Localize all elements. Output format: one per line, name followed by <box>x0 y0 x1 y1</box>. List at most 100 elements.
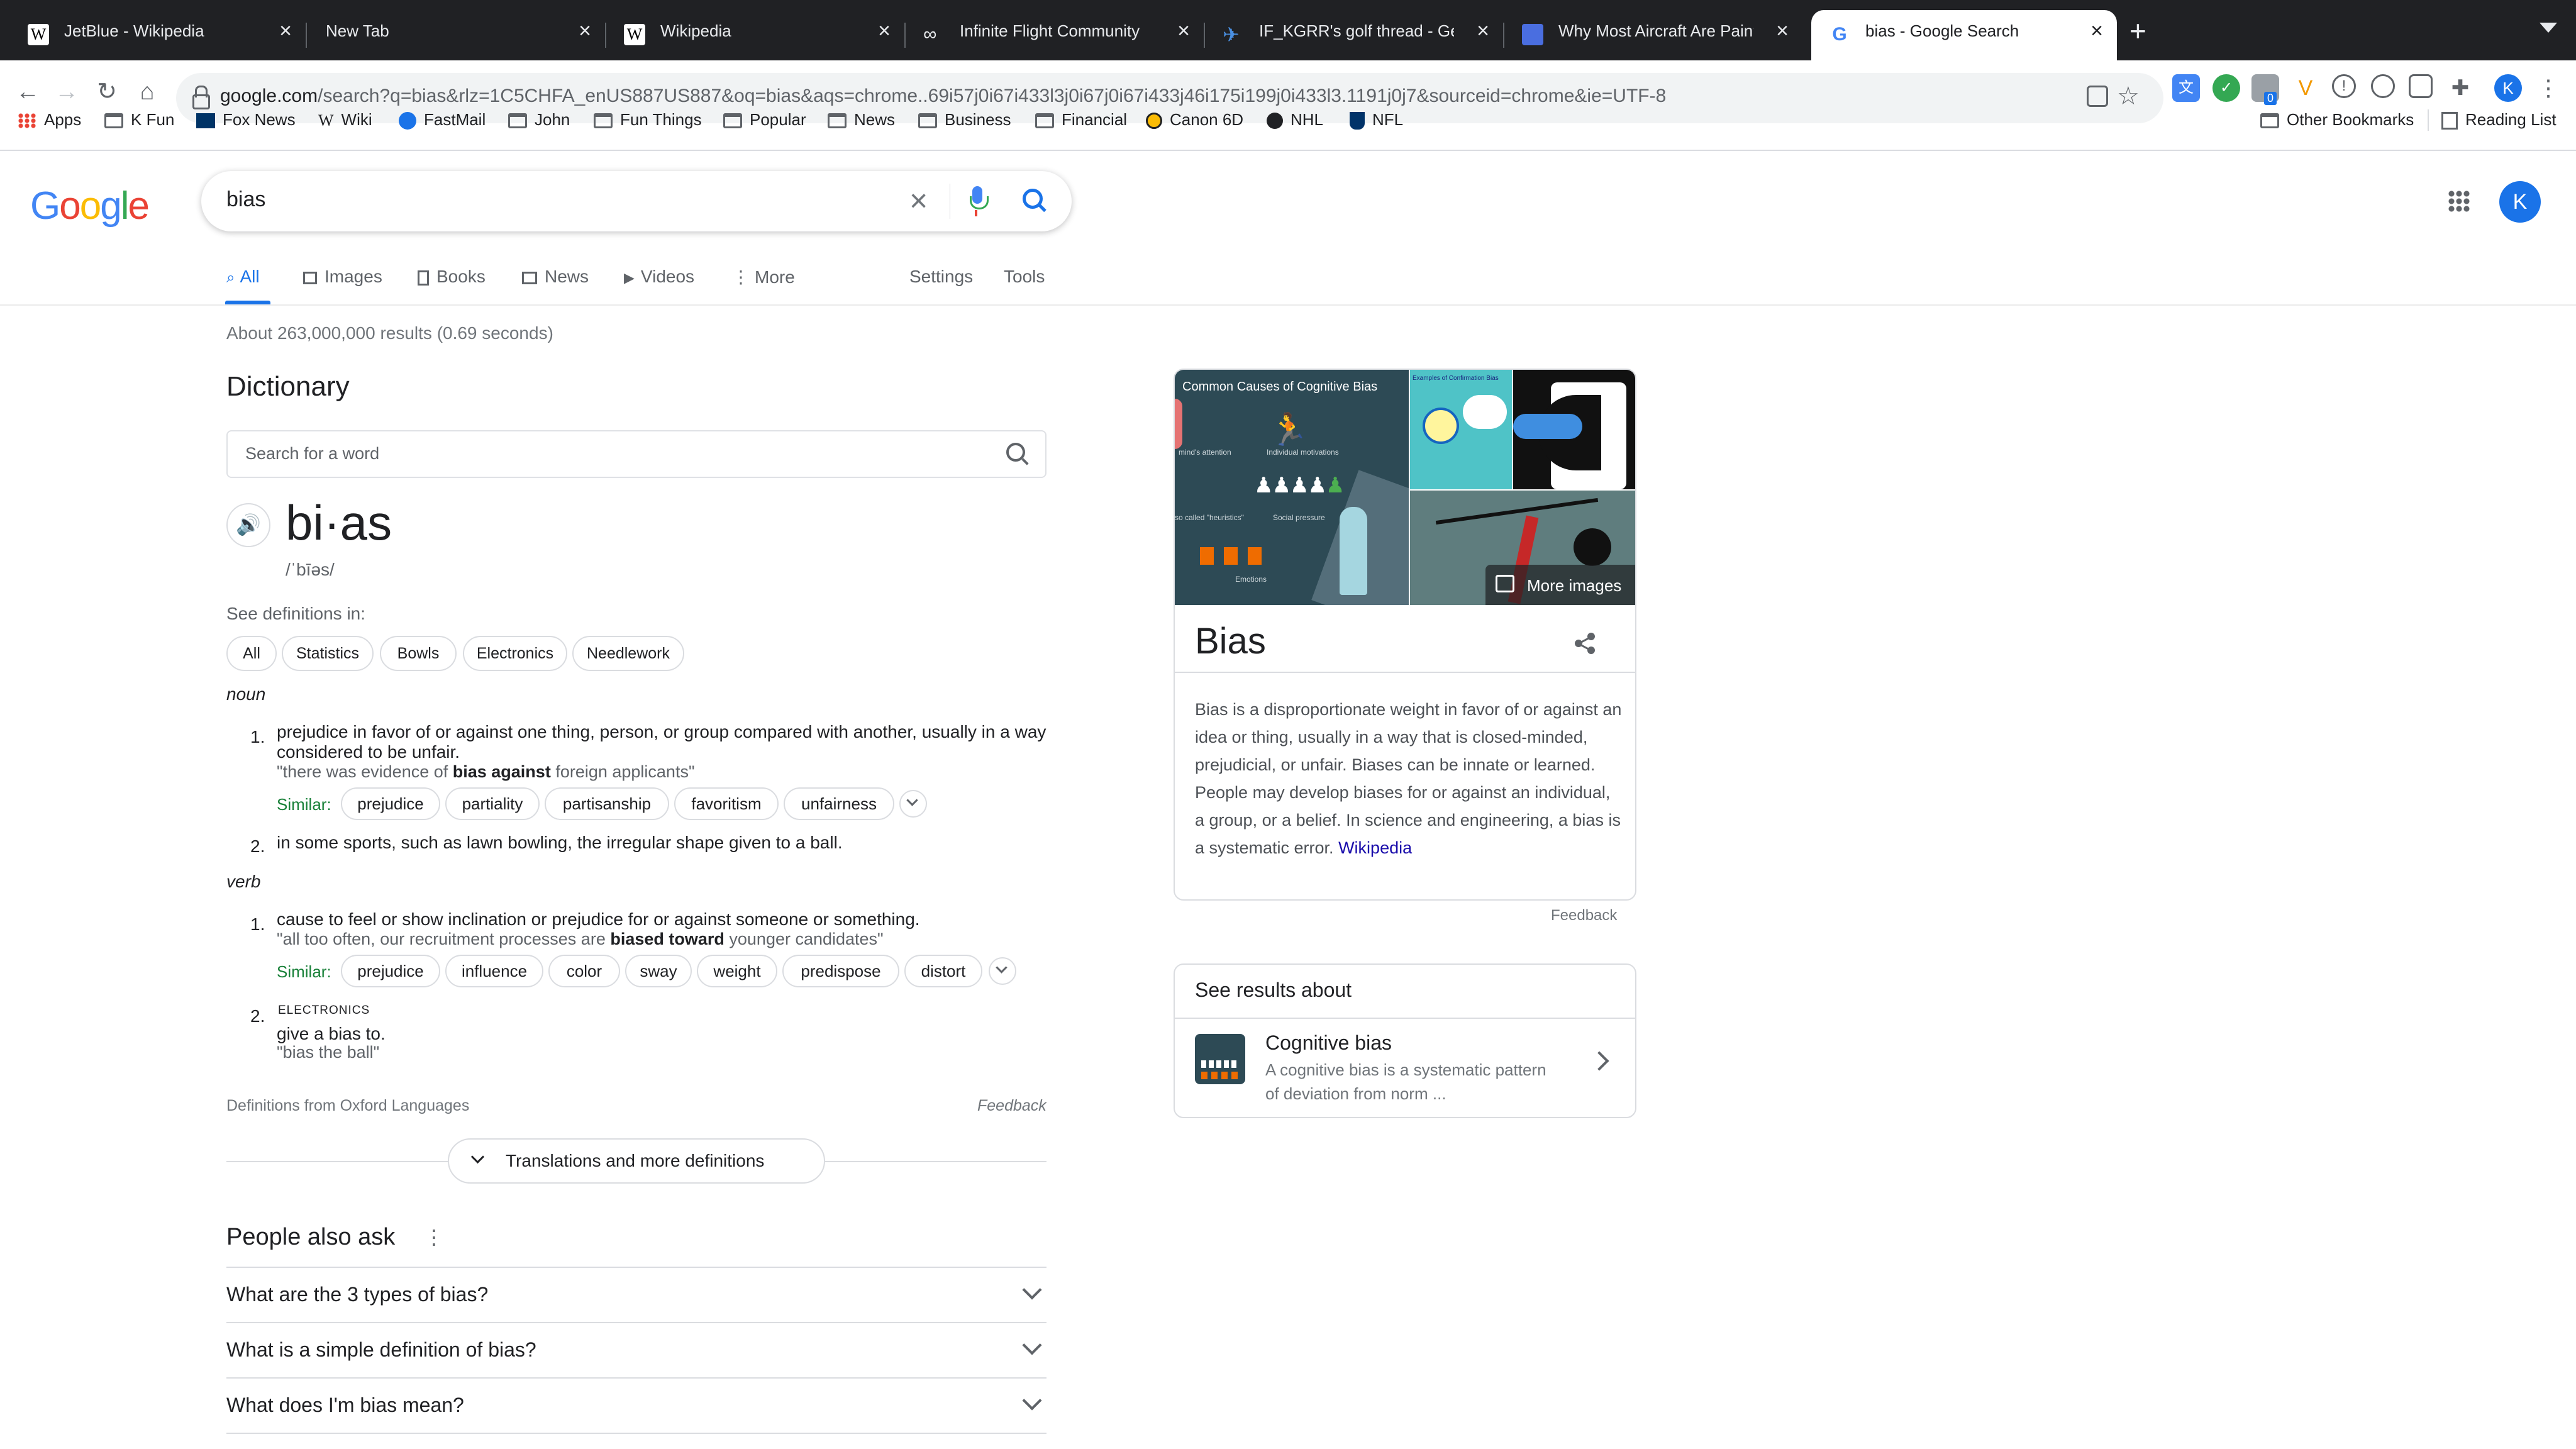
tab-aircraft-painted[interactable]: Why Most Aircraft Are Painted × <box>1504 10 1802 60</box>
kp-image-confirmation-bias[interactable]: Examples of Confirmation Bias <box>1410 370 1512 489</box>
vee-extension-icon[interactable]: V <box>2292 74 2319 102</box>
domain-chip-bowls[interactable]: Bowls <box>380 636 457 671</box>
chevron-down-icon[interactable] <box>1022 1280 1042 1300</box>
chevron-down-icon[interactable] <box>1022 1391 1042 1411</box>
close-icon[interactable]: × <box>1477 19 1489 43</box>
tab-videos[interactable]: ▶ Videos <box>624 267 694 287</box>
bookmark-financial[interactable]: Financial <box>1035 107 1127 132</box>
share-icon[interactable] <box>1575 633 1596 654</box>
similar-chip[interactable]: prejudice <box>341 955 440 987</box>
expand-similar-button[interactable] <box>989 957 1016 985</box>
paa-question[interactable]: What does I'm bias mean? <box>226 1394 464 1417</box>
domain-chip-statistics[interactable]: Statistics <box>282 636 374 671</box>
close-icon[interactable]: × <box>279 19 292 43</box>
dictionary-feedback-link[interactable]: Feedback <box>977 1097 1046 1115</box>
tab-all[interactable]: ⌕ All <box>226 267 260 287</box>
tab-new-tab[interactable]: New Tab × <box>307 10 605 60</box>
cognitive-bias-result[interactable]: Cognitive bias A cognitive bias is a sys… <box>1175 1019 1635 1117</box>
tab-images[interactable]: Images <box>303 267 382 287</box>
profile-avatar[interactable]: K <box>2494 74 2522 102</box>
star-icon[interactable]: ☆ <box>2117 82 2140 111</box>
reading-list[interactable]: Reading List <box>2441 107 2557 132</box>
paa-question[interactable]: What is a simple definition of bias? <box>226 1338 536 1362</box>
similar-chip[interactable]: weight <box>697 955 777 987</box>
back-icon[interactable]: ← <box>9 73 47 111</box>
close-icon[interactable]: × <box>1776 19 1789 43</box>
google-logo[interactable]: Google <box>30 184 150 228</box>
forward-icon[interactable]: → <box>48 73 86 111</box>
bookmark-wiki[interactable]: W Wiki <box>318 107 372 132</box>
domain-chip-all[interactable]: All <box>226 636 277 671</box>
similar-chip[interactable]: prejudice <box>341 787 440 820</box>
extensions-puzzle-icon[interactable]: ✚ <box>2446 74 2474 102</box>
tab-more[interactable]: ⋮ More <box>732 267 795 287</box>
wikipedia-link[interactable]: Wikipedia <box>1338 838 1412 857</box>
close-icon[interactable]: × <box>1177 19 1190 43</box>
tab-infinite-flight[interactable]: ∞ Infinite Flight Community × <box>906 10 1204 60</box>
tab-google-search[interactable]: G bias - Google Search × <box>1811 10 2117 60</box>
menu-dots-icon[interactable]: ⋮ <box>2534 74 2562 102</box>
account-avatar[interactable]: K <box>2499 181 2541 223</box>
bookmark-nfl[interactable]: NFL <box>1350 107 1403 132</box>
chevron-down-icon[interactable] <box>1022 1335 1042 1355</box>
tab-golf-thread[interactable]: ✈ IF_KGRR's golf thread - Gener × <box>1205 10 1503 60</box>
oxford-source[interactable]: Definitions from Oxford Languages <box>226 1097 469 1115</box>
similar-chip[interactable]: favoritism <box>674 787 779 820</box>
similar-chip[interactable]: unfairness <box>784 787 894 820</box>
translations-button[interactable]: Translations and more definitions <box>448 1138 825 1184</box>
bookmark-fun-things[interactable]: Fun Things <box>594 107 702 132</box>
more-options-icon[interactable]: ⋮ <box>424 1225 444 1249</box>
domain-chip-needlework[interactable]: Needlework <box>572 636 684 671</box>
check-extension-icon[interactable]: ✓ <box>2212 74 2240 102</box>
tools-link[interactable]: Tools <box>1004 267 1045 287</box>
bookmark-john[interactable]: John <box>508 107 570 132</box>
blocked-popup-icon[interactable] <box>2087 86 2108 107</box>
new-tab-button[interactable]: + <box>2129 14 2146 48</box>
message-icon[interactable] <box>2371 74 2395 98</box>
similar-chip[interactable]: influence <box>445 955 543 987</box>
paa-question[interactable]: What are the 3 types of bias? <box>226 1283 488 1306</box>
reload-icon[interactable]: ↻ <box>88 73 126 111</box>
pronunciation-speaker-icon[interactable]: 🔊 <box>226 503 270 547</box>
bookmark-other[interactable]: Other Bookmarks <box>2260 107 2414 132</box>
tab-jetblue[interactable]: W JetBlue - Wikipedia × <box>10 10 306 60</box>
similar-chip[interactable]: color <box>548 955 620 987</box>
search-input[interactable]: bias <box>226 187 265 212</box>
tab-wikipedia[interactable]: W Wikipedia × <box>606 10 904 60</box>
bookmark-business[interactable]: Business <box>918 107 1011 132</box>
kp-image-blindfold[interactable] <box>1513 370 1635 489</box>
kp-image-cognitive-bias[interactable]: Common Causes of Cognitive Bias mind's a… <box>1175 370 1409 605</box>
google-apps-icon[interactable] <box>2448 190 2470 213</box>
bookmark-nhl[interactable]: NHL <box>1267 107 1323 132</box>
similar-chip[interactable]: partisanship <box>545 787 669 820</box>
bookmark-apps[interactable]: Apps <box>18 107 81 132</box>
kp-feedback-link[interactable]: Feedback <box>1551 907 1617 924</box>
tab-search-icon[interactable] <box>2540 23 2557 33</box>
word-search-input[interactable]: Search for a word <box>245 444 379 464</box>
more-images-button[interactable]: More images <box>1485 565 1635 605</box>
tab-news[interactable]: News <box>522 267 589 287</box>
info-icon[interactable]: ! <box>2332 74 2356 98</box>
similar-chip[interactable]: distort <box>904 955 982 987</box>
bookmark-news[interactable]: News <box>828 107 895 132</box>
close-icon[interactable]: × <box>579 19 591 43</box>
bookmark-canon[interactable]: Canon 6D <box>1146 107 1243 132</box>
domain-chip-electronics[interactable]: Electronics <box>463 636 567 671</box>
similar-chip[interactable]: sway <box>625 955 692 987</box>
expand-similar-button[interactable] <box>899 790 927 818</box>
similar-chip[interactable]: predispose <box>782 955 899 987</box>
screenshot-icon[interactable] <box>2409 74 2433 98</box>
word-search-box[interactable]: Search for a word <box>226 430 1046 478</box>
similar-chip[interactable]: partiality <box>445 787 540 820</box>
bookmark-popular[interactable]: Popular <box>723 107 806 132</box>
close-icon[interactable]: × <box>2090 19 2103 43</box>
bookmark-k-fun[interactable]: K Fun <box>104 107 174 132</box>
bookmark-fastmail[interactable]: FastMail <box>399 107 486 132</box>
settings-link[interactable]: Settings <box>909 267 973 287</box>
translate-icon[interactable]: 文 <box>2172 74 2200 102</box>
home-icon[interactable]: ⌂ <box>128 73 166 111</box>
close-icon[interactable]: × <box>878 19 891 43</box>
clear-icon[interactable]: × <box>909 182 928 219</box>
bookmark-fox-news[interactable]: Fox News <box>196 107 296 132</box>
tab-books[interactable]: Books <box>418 267 486 287</box>
